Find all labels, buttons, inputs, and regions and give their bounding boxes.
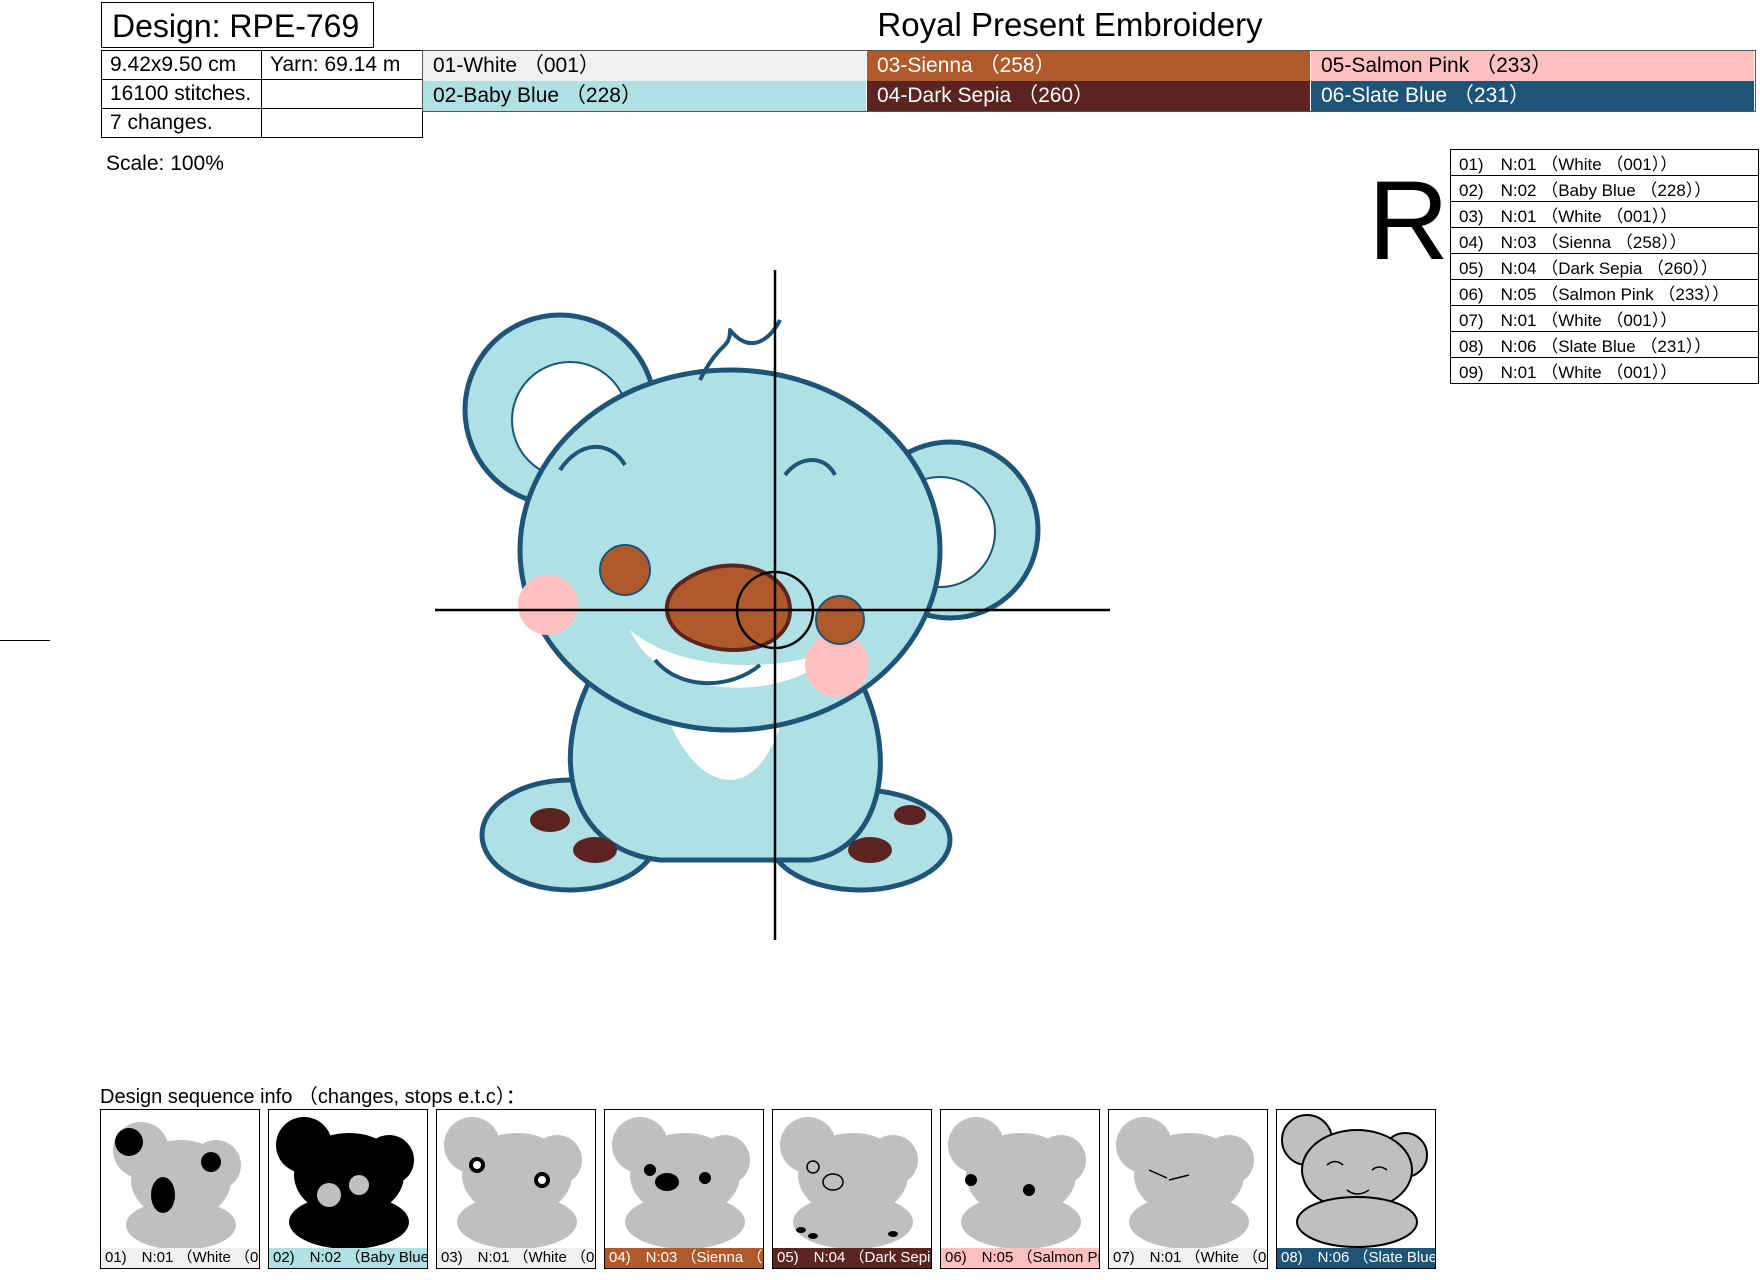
koala-step-icon (948, 1117, 1086, 1249)
sequence-row: 02) N:02 （Baby Blue （228）） (1450, 175, 1759, 202)
orientation-letter: R (1368, 158, 1449, 283)
sequence-info-label: Design sequence info （changes, stops e.t… (100, 1086, 526, 1108)
sequence-row: 04) N:03 （Sienna （258）） (1450, 227, 1759, 254)
yarn-swatch: 02-Baby Blue （228） (423, 81, 867, 111)
sequence-thumbnail: 05) N:04 （Dark Sepia (772, 1109, 932, 1269)
embroidery-preview (435, 270, 1110, 940)
yarn-swatch: 05-Salmon Pink （233） (1311, 51, 1755, 81)
koala-step-icon (113, 1122, 241, 1250)
company-name: Royal Present Embroidery (877, 6, 1263, 43)
design-info-table: 9.42x9.50 cm Yarn: 69.14 m 16100 stitche… (101, 50, 423, 138)
thumbnail-caption: 08) N:06 （Slate Blue (1277, 1248, 1435, 1268)
sequence-thumbnail: 06) N:05 （Salmon Pink (940, 1109, 1100, 1269)
right-paw-pad (894, 805, 926, 825)
left-eye (599, 544, 651, 596)
yarn-swatch: 03-Sienna （258） (867, 51, 1311, 81)
empty-cell (261, 108, 423, 138)
yarn-swatch: 06-Slate Blue （231） (1311, 81, 1755, 111)
sequence-thumbnail: 08) N:06 （Slate Blue (1276, 1109, 1436, 1269)
sequence-row: 06) N:05 （Salmon Pink （233）） (1450, 279, 1759, 306)
thumbnail-caption: 04) N:03 （Sienna （ (605, 1248, 763, 1268)
thumbnail-caption: 05) N:04 （Dark Sepia (773, 1248, 931, 1268)
sequence-thumbnail: 01) N:01 （White （001 (100, 1109, 260, 1269)
thumbnail-caption: 06) N:05 （Salmon Pink (941, 1248, 1099, 1268)
sequence-thumbnail: 02) N:02 （Baby Blue (268, 1109, 428, 1269)
scale-label: Scale: 100% (106, 152, 224, 175)
sequence-row: 08) N:06 （Slate Blue （231）） (1450, 331, 1759, 358)
sequence-row: 03) N:01 （White （001）） (1450, 201, 1759, 228)
sequence-row: 09) N:01 （White （001）） (1450, 357, 1759, 384)
koala-step-icon (276, 1117, 414, 1249)
empty-cell (261, 79, 423, 109)
left-paw-pad (573, 837, 617, 863)
koala-step-icon (1116, 1117, 1254, 1249)
sequence-thumbnail: 07) N:01 （White （001 (1108, 1109, 1268, 1269)
sequence-thumbnails: 01) N:01 （White （001 02) N:02 （Baby Blue… (100, 1109, 1444, 1269)
design-title: Design: RPE-769 (101, 2, 374, 48)
koala-illustration (462, 312, 1041, 893)
right-eye (815, 595, 865, 645)
color-changes: 7 changes. (101, 108, 262, 138)
stitch-sequence-table: 01) N:01 （White （001）） 02) N:02 （Baby Bl… (1450, 149, 1759, 384)
right-paw-pad (848, 837, 892, 863)
design-size: 9.42x9.50 cm (101, 50, 262, 80)
koala-step-icon (1281, 1114, 1428, 1248)
edge-marker (0, 640, 50, 641)
yarn-swatch: 04-Dark Sepia （260） (867, 81, 1311, 111)
thumbnail-caption: 03) N:01 （White （001 (437, 1248, 595, 1268)
left-paw-pad (530, 808, 570, 832)
sequence-row: 07) N:01 （White （001）） (1450, 305, 1759, 332)
yarn-legend: 01-White （001） 03-Sienna （258） 05-Salmon… (422, 50, 1756, 112)
left-blush (518, 575, 578, 635)
thumbnail-caption: 02) N:02 （Baby Blue (269, 1248, 427, 1268)
thumbnail-caption: 01) N:01 （White （001 (101, 1248, 259, 1268)
koala-step-icon (444, 1117, 582, 1249)
nose (664, 563, 792, 652)
thumbnail-caption: 07) N:01 （White （001 (1109, 1248, 1267, 1268)
sequence-row: 01) N:01 （White （001）） (1450, 149, 1759, 176)
stitch-count: 16100 stitches. (101, 79, 262, 109)
sequence-thumbnail: 04) N:03 （Sienna （ (604, 1109, 764, 1269)
koala-step-icon (612, 1117, 750, 1249)
sequence-thumbnail: 03) N:01 （White （001 (436, 1109, 596, 1269)
sequence-row: 05) N:04 （Dark Sepia （260）） (1450, 253, 1759, 280)
koala-step-icon (780, 1117, 918, 1249)
yarn-swatch: 01-White （001） (423, 51, 867, 81)
yarn-length: Yarn: 69.14 m (261, 50, 423, 80)
